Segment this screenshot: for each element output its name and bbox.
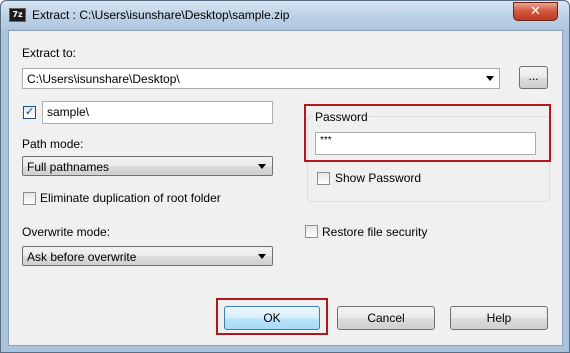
help-button[interactable]: Help bbox=[450, 306, 548, 330]
window-title: Extract : C:\Users\isunshare\Desktop\sam… bbox=[32, 8, 290, 22]
restore-security-checkbox[interactable] bbox=[305, 225, 318, 238]
eliminate-duplication-checkbox[interactable] bbox=[23, 192, 36, 205]
extract-to-path-value: C:\Users\isunshare\Desktop\ bbox=[27, 72, 180, 86]
path-mode-label: Path mode: bbox=[22, 137, 84, 151]
chevron-down-icon[interactable] bbox=[486, 76, 494, 81]
eliminate-duplication-label[interactable]: Eliminate duplication of root folder bbox=[40, 191, 221, 205]
browse-button[interactable]: ... bbox=[519, 66, 548, 89]
subfolder-checkbox[interactable]: ✓ bbox=[23, 105, 36, 119]
overwrite-mode-select[interactable]: Ask before overwrite bbox=[22, 246, 273, 266]
overwrite-mode-label: Overwrite mode: bbox=[22, 225, 111, 239]
7zip-app-icon: 7z bbox=[9, 8, 26, 22]
close-icon: ✕ bbox=[530, 4, 541, 19]
password-highlight-frame bbox=[304, 104, 551, 162]
title-bar[interactable]: 7z Extract : C:\Users\isunshare\Desktop\… bbox=[1, 1, 569, 29]
chevron-down-icon bbox=[258, 164, 266, 169]
extract-to-label: Extract to: bbox=[22, 46, 77, 60]
subfolder-name-input[interactable]: sample\ bbox=[42, 101, 273, 124]
chevron-down-icon bbox=[258, 254, 266, 259]
extract-dialog-window: 7z Extract : C:\Users\isunshare\Desktop\… bbox=[0, 0, 570, 353]
show-password-checkbox[interactable] bbox=[317, 172, 330, 185]
extract-to-path-combo[interactable]: C:\Users\isunshare\Desktop\ bbox=[22, 68, 500, 89]
ok-button[interactable]: OK bbox=[224, 306, 320, 330]
path-mode-value: Full pathnames bbox=[27, 160, 110, 174]
overwrite-mode-value: Ask before overwrite bbox=[27, 250, 137, 264]
cancel-button[interactable]: Cancel bbox=[337, 306, 435, 330]
close-button[interactable]: ✕ bbox=[513, 2, 558, 21]
path-mode-select[interactable]: Full pathnames bbox=[22, 156, 273, 176]
restore-security-label[interactable]: Restore file security bbox=[322, 225, 427, 239]
checkmark-icon: ✓ bbox=[25, 105, 35, 118]
subfolder-name-value: sample\ bbox=[47, 105, 90, 119]
dialog-client-area: Extract to: C:\Users\isunshare\Desktop\ … bbox=[8, 30, 563, 346]
show-password-label[interactable]: Show Password bbox=[335, 171, 421, 185]
